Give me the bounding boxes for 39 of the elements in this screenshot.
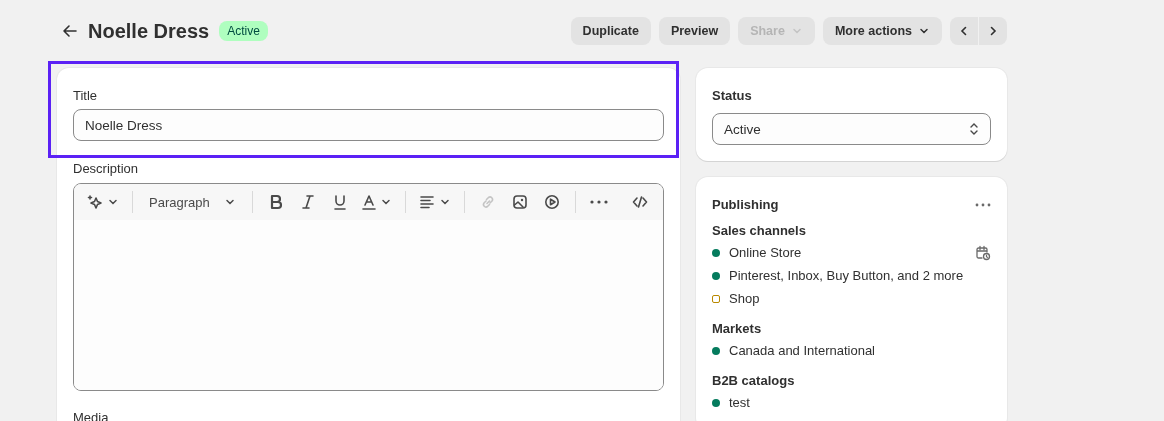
- status-badge: Active: [219, 21, 268, 41]
- title-input[interactable]: Noelle Dress: [73, 109, 664, 141]
- action-button[interactable]: More actions: [822, 17, 942, 45]
- underline-icon: [332, 194, 347, 210]
- paragraph-dropdown[interactable]: Paragraph: [143, 188, 242, 216]
- section-heading: Markets: [712, 320, 763, 338]
- back-arrow-icon: [62, 23, 78, 39]
- text-color-icon: [361, 194, 376, 210]
- calendar-clock-icon[interactable]: [975, 244, 991, 261]
- action-button[interactable]: Duplicate: [570, 17, 651, 45]
- section-heading: B2B catalogs: [712, 372, 796, 390]
- previous-button[interactable]: [950, 17, 978, 45]
- channel-name: Pinterest, Inbox, Buy Button, and 2 more: [729, 268, 965, 283]
- next-button[interactable]: [979, 17, 1007, 45]
- channel-name: Canada and International: [729, 343, 876, 358]
- play-icon: [543, 194, 560, 210]
- more-icon: [975, 203, 991, 207]
- channel-name: test: [729, 395, 751, 410]
- page-title: Noelle Dress: [88, 19, 210, 43]
- action-button[interactable]: Preview: [658, 17, 731, 45]
- back-button[interactable]: [62, 23, 78, 39]
- status-select[interactable]: Active: [712, 113, 991, 145]
- description-editor[interactable]: Paragraph: [73, 183, 664, 391]
- channel-name: Online Store: [729, 245, 803, 260]
- card-title: Publishing: [712, 196, 779, 214]
- more-icon: [589, 200, 608, 204]
- image-icon: [511, 194, 528, 210]
- field-label: Title: [73, 87, 99, 105]
- more-button[interactable]: [975, 203, 991, 207]
- channel-name: Shop: [729, 291, 761, 306]
- sparkle-icon: [87, 194, 103, 210]
- field-label: Description: [73, 160, 140, 178]
- card-title: Status: [712, 87, 753, 105]
- code-icon: [632, 194, 648, 210]
- select-arrows-icon: [968, 122, 980, 136]
- align-left-icon: [418, 194, 435, 210]
- bold-icon: [268, 194, 283, 210]
- section-heading: Sales channels: [712, 222, 807, 240]
- italic-icon: [300, 194, 315, 210]
